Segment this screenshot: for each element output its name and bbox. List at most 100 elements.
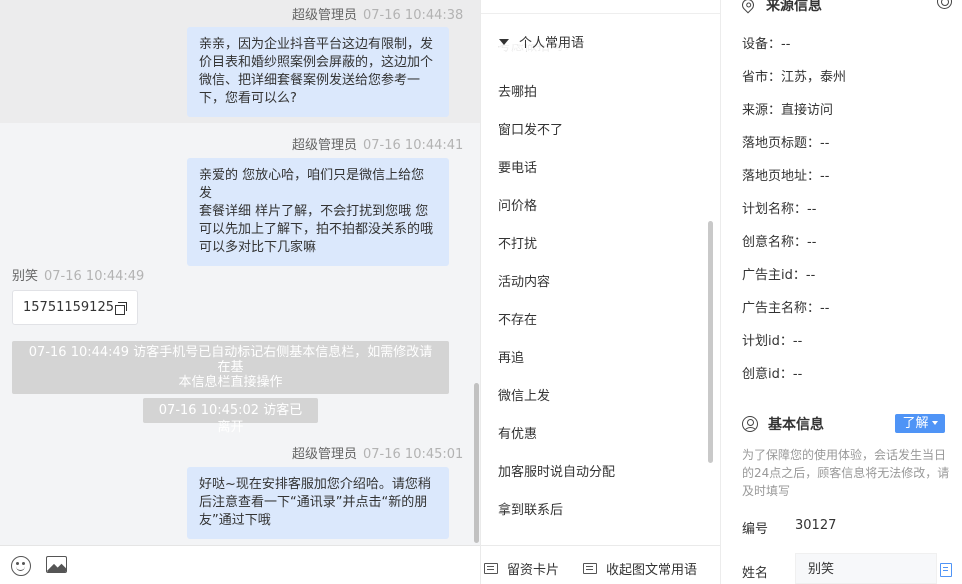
learn-more-button[interactable]: 了解 <box>895 414 945 433</box>
info-label: 广告主名称： <box>742 301 821 316</box>
phrase-item[interactable]: 再追 <box>498 347 524 366</box>
phrase-item[interactable]: 要电话 <box>498 157 537 176</box>
info-value: -- <box>805 268 816 283</box>
info-label: 落地页标题： <box>742 136 821 151</box>
info-row-advertiser-id: 广告主id：-- <box>742 264 815 283</box>
info-value: -- <box>781 37 791 52</box>
name-input[interactable]: 别笑 <box>795 553 937 584</box>
message-line: 可以多对比下几家嘛 <box>199 240 317 255</box>
info-label: 计划名称： <box>742 202 808 217</box>
info-value: 江苏，泰州 <box>781 70 847 85</box>
info-value: -- <box>820 301 830 316</box>
lead-card-button[interactable]: 留资卡片 <box>484 559 559 578</box>
message-time: 07-16 10:44:49 <box>44 269 145 284</box>
source-info-title: 来源信息 <box>739 0 822 15</box>
phrase-item[interactable]: 加客服时说自动分配 <box>498 461 615 480</box>
info-row-source: 来源：直接访问 <box>742 99 833 118</box>
phrase-item[interactable]: 微信上发 <box>498 385 550 404</box>
message-line: 微信、把详细套餐案例发送给您参考一 <box>199 73 421 88</box>
notice-line: 07-16 10:44:49 访客手机号已自动标记右侧基本信息栏，如需修改请在基 <box>28 345 433 375</box>
settings-icon[interactable] <box>937 0 952 9</box>
message-bubble-outgoing[interactable]: 亲亲，因为企业抖音平台这边有限制，发 价目表和婚纱照案例会屏蔽的，这边加个 微信… <box>187 27 449 117</box>
collapse-phrases-button[interactable]: 收起图文常用语 <box>583 559 697 578</box>
section-title-text: 基本信息 <box>768 417 824 433</box>
message-meta: 超级管理员 07-16 10:44:38 <box>292 4 463 23</box>
emoji-icon[interactable] <box>11 556 31 576</box>
info-value: -- <box>792 367 803 382</box>
phrase-item[interactable]: 窗口发不了 <box>498 119 563 138</box>
message-line: 亲爱的 您放心哈，咱们只是微信上给您发 <box>199 168 425 201</box>
message-bubble-outgoing[interactable]: 好哒~现在安排客服加您介绍哈。请您稍 后注意查看一下“通讯录”并点击“新的朋 友… <box>187 467 449 539</box>
divider <box>481 13 721 14</box>
info-value: -- <box>792 334 803 349</box>
info-row-landing-title: 落地页标题：-- <box>742 132 829 151</box>
message-bubble-incoming[interactable]: 15751159125 <box>12 290 138 325</box>
info-label: 来源： <box>742 103 782 118</box>
chat-panel: 超级管理员 07-16 10:44:38 亲亲，因为企业抖音平台这边有限制，发 价… <box>0 0 480 545</box>
message-line: 后注意查看一下“通讯录”并点击“新的朋 <box>199 495 428 510</box>
message-line: 套餐详细 样片了解，不会打扰到您哦 您 <box>199 204 429 219</box>
message-bubble-outgoing[interactable]: 亲爱的 您放心哈，咱们只是微信上给您发 套餐详细 样片了解，不会打扰到您哦 您 … <box>187 158 449 266</box>
message-sender: 超级管理员 <box>292 138 358 153</box>
caret-down-icon <box>931 421 938 425</box>
caret-down-icon <box>499 39 509 45</box>
app-root: 超级管理员 07-16 10:44:38 亲亲，因为企业抖音平台这边有限制，发 价… <box>0 0 962 584</box>
message-meta: 别笑 07-16 10:44:49 <box>12 265 144 284</box>
system-notice-visitor-left: 07-16 10:45:02 访客已离开 <box>143 398 318 435</box>
info-label: 广告主id： <box>742 268 806 283</box>
chat-message-list[interactable]: 超级管理员 07-16 10:44:38 亲亲，因为企业抖音平台这边有限制，发 价… <box>0 0 474 545</box>
basic-info-title: 基本信息 <box>742 414 824 434</box>
copy-icon[interactable] <box>114 301 127 315</box>
info-label: 设备： <box>742 37 782 52</box>
message-line: 亲亲，因为企业抖音平台这边有限制，发 <box>199 37 434 52</box>
info-label: 省市： <box>742 70 782 85</box>
collapse-phrases-label: 收起图文常用语 <box>606 563 698 578</box>
section-title-text: 来源信息 <box>766 0 822 14</box>
info-notice: 为了保障您的使用体验，会话发生当日的24点之后，顾客信息将无法修改，请及时填写 <box>742 448 950 498</box>
message-line: 价目表和婚纱照案例会屏蔽的，这边加个 <box>199 55 434 70</box>
phrase-item[interactable]: 拿到联系后 <box>498 499 563 518</box>
common-phrases-panel: 考虑做拍吗? 个人常用语 去哪拍 窗口发不了 要电话 问价格 不打扰 活动内容 … <box>480 0 721 584</box>
message-time: 07-16 10:45:01 <box>363 447 464 462</box>
phrase-item[interactable]: 去哪拍 <box>498 81 537 100</box>
phrase-item[interactable]: 问价格 <box>498 195 537 214</box>
lead-card-label: 留资卡片 <box>507 563 560 578</box>
info-row-device: 设备：-- <box>742 33 790 52</box>
message-time: 07-16 10:44:38 <box>363 8 464 23</box>
info-value: -- <box>807 235 817 250</box>
phrase-group-header[interactable]: 个人常用语 <box>499 32 585 51</box>
chat-scrollbar[interactable] <box>474 383 479 543</box>
visitor-info-panel: 来源信息 设备：-- 省市：江苏，泰州 来源：直接访问 落地页标题：-- 落地页… <box>720 0 962 584</box>
location-pin-icon <box>739 0 757 14</box>
phrases-scrollbar[interactable] <box>708 221 713 463</box>
image-icon[interactable] <box>46 556 67 573</box>
system-notice-phone-recorded: 07-16 10:44:49 访客手机号已自动标记右侧基本信息栏，如需修改请在基… <box>12 341 449 394</box>
info-row-region: 省市：江苏，泰州 <box>742 66 846 85</box>
message-meta: 超级管理员 07-16 10:45:01 <box>292 443 463 462</box>
info-row-plan-name: 计划名称：-- <box>742 198 816 217</box>
user-icon <box>742 416 758 432</box>
info-row-creative-name: 创意名称：-- <box>742 231 816 250</box>
phrase-group-title: 个人常用语 <box>519 36 585 51</box>
message-line: 友”通过下哦 <box>199 513 271 528</box>
info-value: -- <box>820 169 830 184</box>
message-sender: 别笑 <box>12 269 39 284</box>
id-value: 30127 <box>795 518 837 533</box>
phrase-item[interactable]: 不存在 <box>498 309 537 328</box>
info-value: -- <box>807 202 817 217</box>
document-icon[interactable] <box>940 563 952 577</box>
phrase-item[interactable]: 不打扰 <box>498 233 537 252</box>
info-label: 创意名称： <box>742 235 808 250</box>
chat-toolbar <box>0 545 480 584</box>
phone-number-text: 15751159125 <box>23 300 114 315</box>
info-value: -- <box>820 136 830 151</box>
info-label: 计划id： <box>742 334 793 349</box>
info-row-creative-id: 创意id：-- <box>742 363 802 382</box>
message-sender: 超级管理员 <box>292 8 358 23</box>
learn-more-label: 了解 <box>902 416 929 431</box>
message-line: 可以先加上了解下，拍不拍都没关系的哦 <box>199 222 434 237</box>
message-time: 07-16 10:44:41 <box>363 138 464 153</box>
phrase-item[interactable]: 有优惠 <box>498 423 537 442</box>
info-row-plan-id: 计划id：-- <box>742 330 802 349</box>
phrase-item[interactable]: 活动内容 <box>498 271 550 290</box>
